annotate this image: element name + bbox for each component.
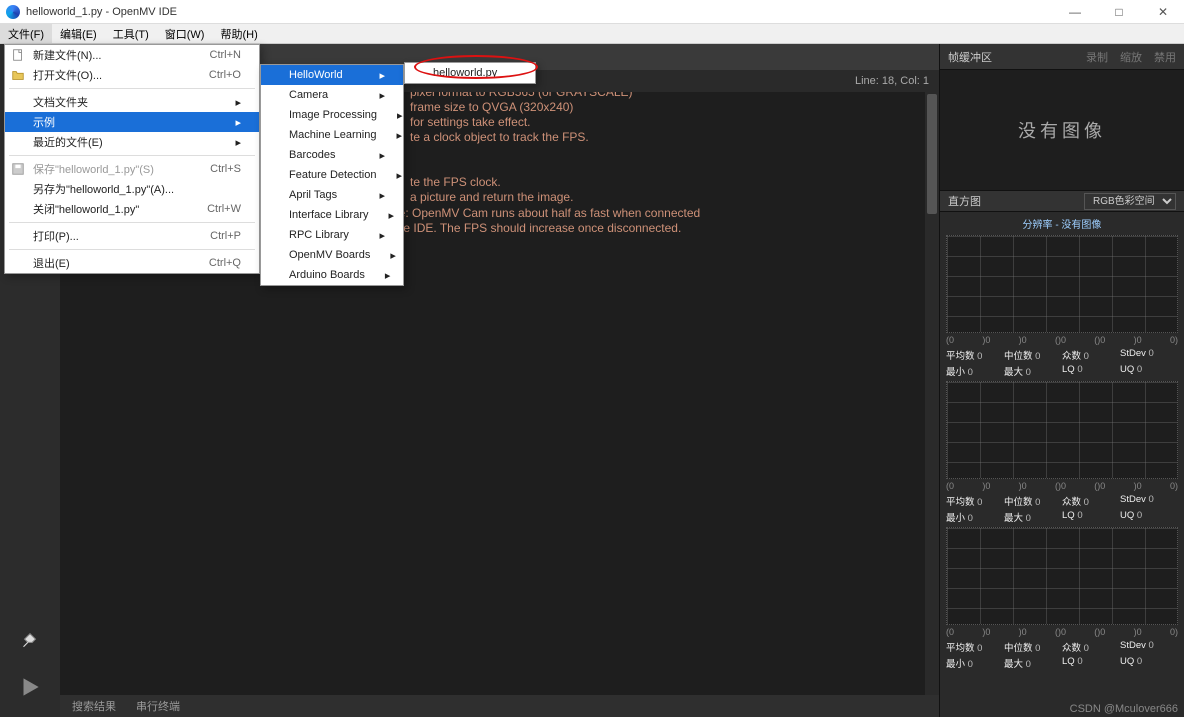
window-title: helloworld_1.py - OpenMV IDE: [26, 6, 177, 18]
hist-r: (0)0)0()0()0)00) 平均数 0中位数 0众数 0StDev 0 最…: [940, 235, 1184, 381]
window-controls: — □ ✕: [1060, 5, 1178, 19]
framebuffer-header: 帧缓冲区 录制 缩放 禁用: [940, 44, 1184, 70]
examples-arduinoboards[interactable]: Arduino Boards▸: [261, 265, 403, 285]
colormode-select[interactable]: RGB色彩空间: [1084, 193, 1176, 210]
file-close[interactable]: 关闭"helloworld_1.py" Ctrl+W: [5, 199, 259, 219]
maximize-button[interactable]: □: [1104, 5, 1134, 19]
examples-camera[interactable]: Camera▸: [261, 85, 403, 105]
file-saveas[interactable]: 另存为"helloworld_1.py"(A)...: [5, 179, 259, 199]
hist-graph-r: [946, 235, 1178, 333]
hist-graph-g: [946, 381, 1178, 479]
cursor-pos: Line: 18, Col: 1: [855, 75, 929, 87]
examples-imageproc[interactable]: Image Processing▸: [261, 105, 403, 125]
tab-search-results[interactable]: 搜索结果: [72, 698, 116, 714]
right-panel: 帧缓冲区 录制 缩放 禁用 没有图像 直方图 RGB色彩空间 分辨率 - 没有图…: [939, 44, 1184, 717]
menu-bar: 文件(F) 编辑(E) 工具(T) 窗口(W) 帮助(H): [0, 24, 1184, 44]
app-icon: [6, 5, 20, 19]
examples-apriltags[interactable]: April Tags▸: [261, 185, 403, 205]
hist-b: (0)0)0()0()0)00) 平均数 0中位数 0众数 0StDev 0 最…: [940, 527, 1184, 673]
new-file-icon: [11, 48, 25, 62]
save-icon: [11, 162, 25, 176]
file-open[interactable]: 打开文件(O)... Ctrl+O: [5, 65, 259, 85]
no-image-label: 没有图像: [940, 70, 1184, 190]
fb-record[interactable]: 录制: [1086, 49, 1108, 65]
examples-iface[interactable]: Interface Library▸: [261, 205, 403, 225]
file-new[interactable]: 新建文件(N)... Ctrl+N: [5, 45, 259, 65]
file-recent[interactable]: 最近的文件(E)▸: [5, 132, 259, 152]
run-icon[interactable]: [16, 673, 44, 701]
hist-g: (0)0)0()0()0)00) 平均数 0中位数 0众数 0StDev 0 最…: [940, 381, 1184, 527]
close-button[interactable]: ✕: [1148, 5, 1178, 19]
tab-serial-terminal[interactable]: 串行终端: [136, 698, 180, 714]
examples-featuredet[interactable]: Feature Detection▸: [261, 165, 403, 185]
file-menu: 新建文件(N)... Ctrl+N 打开文件(O)... Ctrl+O 文档文件…: [4, 44, 260, 274]
menu-help[interactable]: 帮助(H): [212, 24, 265, 43]
helloworld-py[interactable]: helloworld.py: [405, 63, 535, 83]
editor-scrollbar[interactable]: [925, 92, 939, 695]
open-folder-icon: [11, 68, 25, 82]
menu-file[interactable]: 文件(F): [0, 24, 52, 43]
file-save[interactable]: 保存"helloworld_1.py"(S) Ctrl+S: [5, 159, 259, 179]
connect-icon[interactable]: [16, 623, 44, 651]
examples-openmvboards[interactable]: OpenMV Boards▸: [261, 245, 403, 265]
file-exit[interactable]: 退出(E) Ctrl+Q: [5, 253, 259, 273]
examples-rpc[interactable]: RPC Library▸: [261, 225, 403, 245]
histogram-header: 直方图 RGB色彩空间: [940, 190, 1184, 212]
resolution-label: 分辨率 - 没有图像: [940, 212, 1184, 235]
fb-zoom[interactable]: 缩放: [1120, 49, 1142, 65]
file-docfolder[interactable]: 文档文件夹▸: [5, 92, 259, 112]
examples-barcodes[interactable]: Barcodes▸: [261, 145, 403, 165]
file-examples[interactable]: 示例▸: [5, 112, 259, 132]
bottom-bar: 搜索结果 串行终端: [60, 695, 939, 717]
examples-helloworld[interactable]: HelloWorld▸: [261, 65, 403, 85]
menu-window[interactable]: 窗口(W): [157, 24, 213, 43]
helloworld-menu: helloworld.py: [404, 62, 536, 84]
watermark: CSDN @Mculover666: [1070, 703, 1178, 715]
hist-graph-b: [946, 527, 1178, 625]
examples-menu: HelloWorld▸ Camera▸ Image Processing▸ Ma…: [260, 64, 404, 286]
title-bar: helloworld_1.py - OpenMV IDE — □ ✕: [0, 0, 1184, 24]
examples-ml[interactable]: Machine Learning▸: [261, 125, 403, 145]
menu-tools[interactable]: 工具(T): [105, 24, 157, 43]
menu-edit[interactable]: 编辑(E): [52, 24, 105, 43]
minimize-button[interactable]: —: [1060, 5, 1090, 19]
fb-disable[interactable]: 禁用: [1154, 49, 1176, 65]
file-print[interactable]: 打印(P)... Ctrl+P: [5, 226, 259, 246]
